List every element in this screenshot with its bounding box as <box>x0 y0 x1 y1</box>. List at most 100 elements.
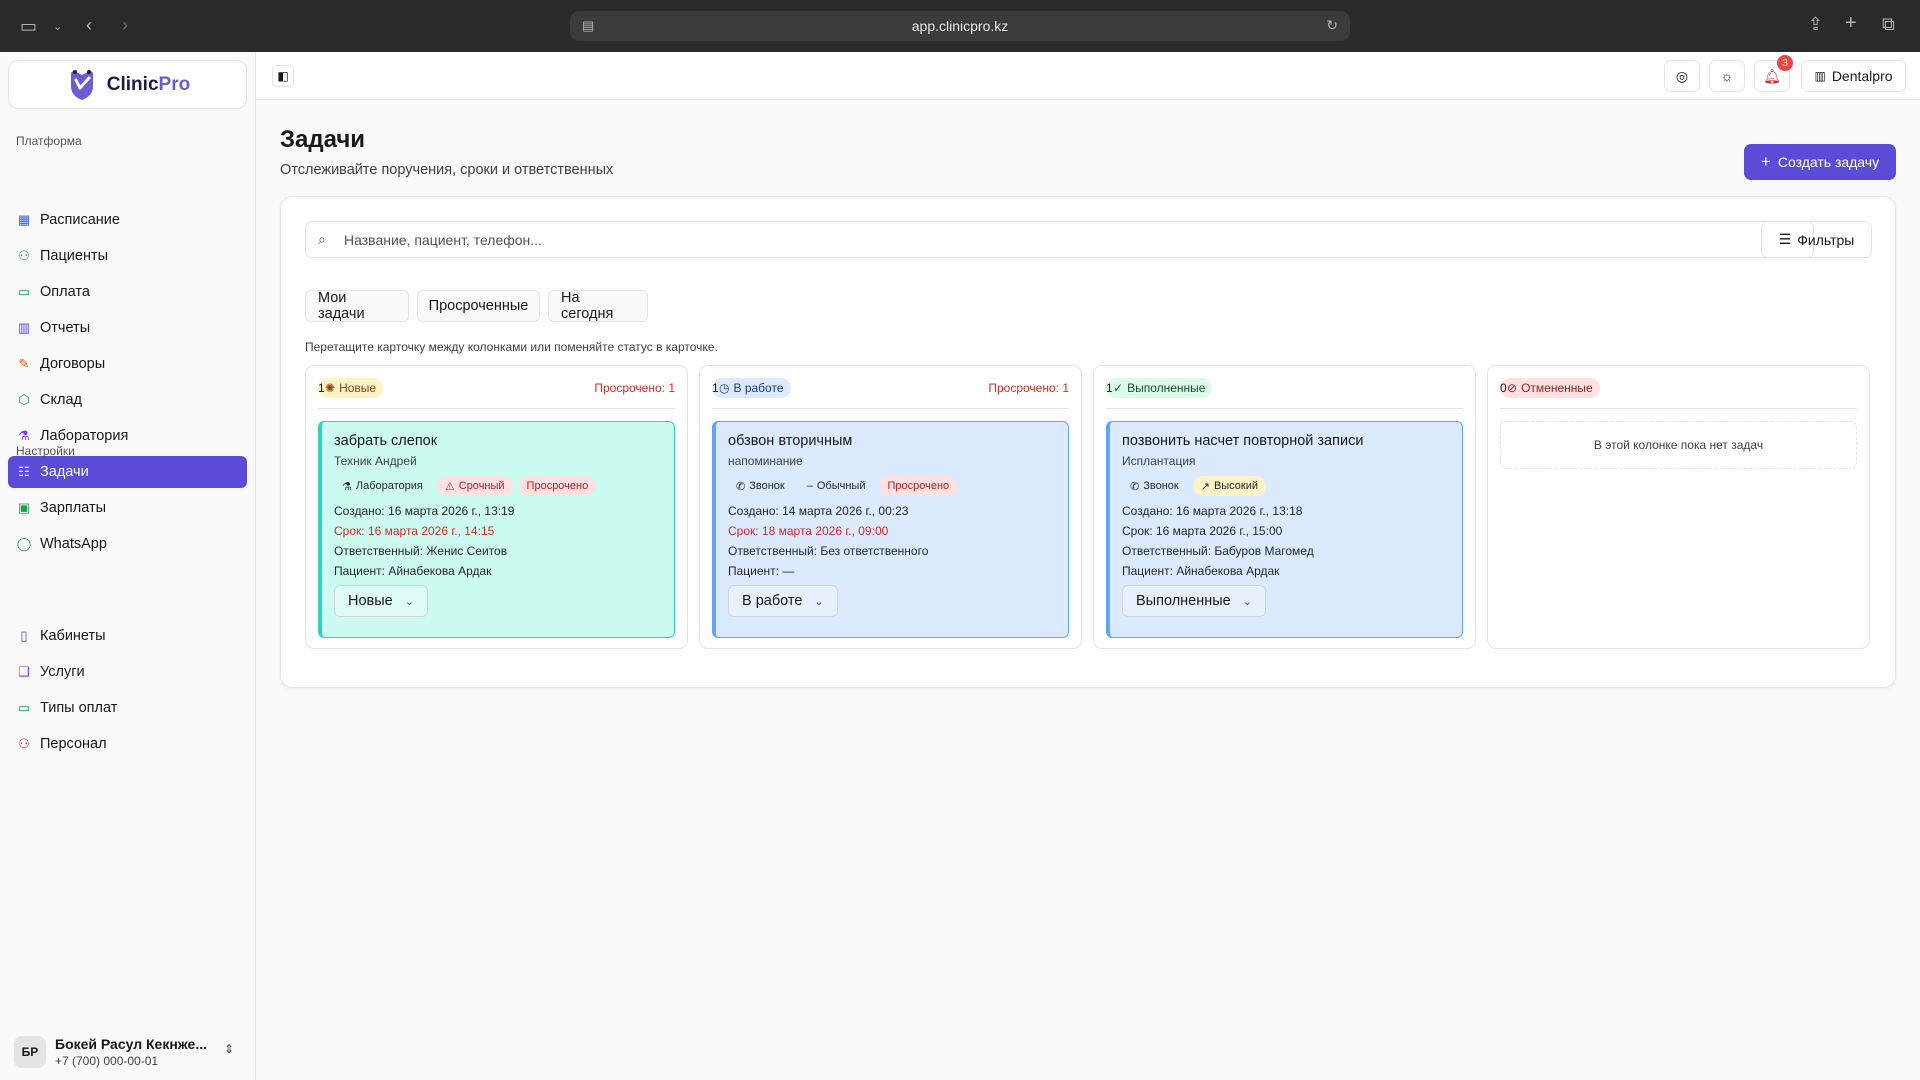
column-overdue-count: Просрочено: 1 <box>988 381 1069 395</box>
sidebar-item-3[interactable]: ▭ Оплата <box>8 276 247 308</box>
chip-my-tasks[interactable]: Мои задачи <box>305 290 409 322</box>
task-description: напоминание <box>728 454 803 468</box>
url-text: app.clinicpro.kz <box>911 18 1009 34</box>
clinic-switcher-button[interactable]: ▥ Dentalpro <box>1801 60 1906 92</box>
app-logo[interactable]: ClinicPro <box>8 60 247 109</box>
task-card[interactable]: обзвон вторичным напоминание ✆ Звонок – Обычн… <box>712 421 1069 638</box>
status-select[interactable]: Выполненные ⌄ <box>1122 585 1266 617</box>
status-badge: ✓ Выполненные <box>1106 378 1213 398</box>
share-icon[interactable]: ⇪ <box>1808 14 1823 34</box>
sidebar-item-label: Договоры <box>40 356 106 372</box>
wallet-icon: ▭ <box>17 700 31 715</box>
column-header: ◷ В работе 1 Просрочено: 1 <box>712 378 1069 409</box>
sidebar-item-6[interactable]: ⬡ Склад <box>8 384 247 416</box>
bar-chart-icon: ▥ <box>17 320 31 335</box>
flask-icon: ⚗ <box>18 428 30 443</box>
task-tag: ✆ Звонок <box>1122 476 1187 496</box>
empty-column-placeholder: В этой колонке пока нет задач <box>1500 421 1857 469</box>
task-title: забрать слепок <box>334 433 438 449</box>
globe-icon: ◎ <box>1675 67 1689 84</box>
tasks-icon: ☷ <box>18 464 30 479</box>
task-card[interactable]: забрать слепок Техник Андрей ⚗ Лаборатория ⚠… <box>318 421 675 638</box>
kanban-column[interactable]: ✓ Выполненные 1 позвонить насчет повторной … <box>1093 365 1476 649</box>
user-menu[interactable]: БР Бокей Расул Кекнже... +7 (700) 000-00… <box>14 1030 248 1074</box>
filters-button[interactable]: ☰ Фильтры <box>1761 221 1872 258</box>
document-edit-icon: ✎ <box>18 356 30 371</box>
status-icon: ✺ <box>325 381 336 395</box>
task-patient: Пациент: — <box>728 564 795 578</box>
whatsapp-icon: ◯ <box>16 536 32 551</box>
minus-icon: – <box>806 480 813 492</box>
kanban-column[interactable]: ◷ В работе 1 Просрочено: 1 обзвон вторичным н… <box>699 365 1082 649</box>
group-label-settings: Настройки <box>16 444 75 458</box>
column-header: ✓ Выполненные 1 <box>1106 378 1463 409</box>
new-tab-icon[interactable]: + <box>1845 13 1857 33</box>
tabs-overview-icon[interactable]: ⧉ <box>1882 14 1895 34</box>
forward-icon[interactable]: › <box>122 15 128 35</box>
theme-toggle-button[interactable]: ☼ <box>1709 60 1745 92</box>
task-tag: ✆ Звонок <box>728 476 793 496</box>
address-bar[interactable]: ▤ app.clinicpro.kz ↻ <box>570 11 1350 41</box>
collapse-sidebar-button[interactable]: ◧ <box>272 65 294 87</box>
task-tags: ✆ Звонок ↗ Высокий <box>1122 476 1450 496</box>
sidebar-item-9[interactable]: ▣ Зарплаты <box>8 492 247 524</box>
map-icon: ▯ <box>20 628 28 643</box>
sidebar-item-4[interactable]: ▥ Отчеты <box>8 312 247 344</box>
kanban-column[interactable]: ✺ Новые 1 Просрочено: 1 забрать слепок Техник… <box>305 365 688 649</box>
tooth-logo-icon <box>70 69 93 100</box>
sidebar-item-2[interactable]: ⚇ Пациенты <box>8 240 247 272</box>
sidebar-item-3[interactable]: ▭ Типы оплат <box>8 692 247 724</box>
reload-icon[interactable]: ↻ <box>1326 17 1338 34</box>
task-created: Создано: 16 марта 2026 г., 13:18 <box>1122 504 1303 518</box>
page-title: Задачи <box>280 126 366 153</box>
column-count: 1 <box>318 381 325 395</box>
sidebar-item-10[interactable]: ◯ WhatsApp <box>8 528 247 560</box>
language-button[interactable]: ◎ <box>1664 60 1700 92</box>
task-tag: Просрочено <box>518 476 597 496</box>
sidebar-item-2[interactable]: ❑ Услуги <box>8 656 247 688</box>
task-meta: Создано: 14 марта 2026 г., 00:23 Срок: 18… <box>728 501 1056 581</box>
trend-up-icon: ↗ <box>1200 480 1210 493</box>
task-title: позвонить насчет повторной записи <box>1122 433 1364 449</box>
task-description: Исплантация <box>1122 454 1196 468</box>
task-tags: ⚗ Лаборатория ⚠ Срочный Просрочено <box>334 476 662 496</box>
chip-overdue[interactable]: Просроченные <box>417 290 540 322</box>
chip-today[interactable]: На сегодня <box>548 290 648 322</box>
notifications-button[interactable]: 🔔︎ 3 <box>1754 55 1793 92</box>
user-phone: +7 (700) 000-00-01 <box>55 1054 159 1068</box>
search-input[interactable]: ⌕ Название, пациент, телефон... <box>305 221 1814 258</box>
sidebar-item-4[interactable]: ⚇ Персонал <box>8 728 247 760</box>
phone-icon: ✆ <box>1130 480 1140 493</box>
chevron-down-icon: ⌄ <box>1242 595 1252 608</box>
kanban-column[interactable]: ⊘ Отмененные 0 В этой колонке пока нет зада… <box>1487 365 1870 649</box>
task-created: Создано: 16 марта 2026 г., 13:19 <box>334 504 515 518</box>
task-due: Срок: 16 марта 2026 г., 15:00 <box>1122 524 1283 538</box>
sidebar: ClinicPro Платформа ▦ Расписание ⚇ Пациенты… <box>0 52 256 1080</box>
sidebar-item-label: Услуги <box>40 664 85 680</box>
chevron-up-down-icon: ⇕ <box>223 1042 234 1056</box>
sidebar-item-5[interactable]: ✎ Договоры <box>8 348 247 380</box>
status-select[interactable]: В работе ⌄ <box>728 585 838 617</box>
create-task-button[interactable]: + Создать задачу <box>1744 144 1896 180</box>
task-meta: Создано: 16 марта 2026 г., 13:19 Срок: 16… <box>334 501 662 581</box>
tasks-board-panel: ⌕ Название, пациент, телефон... ☰ Фильтр… <box>280 196 1896 688</box>
sidebar-toggle-icon[interactable]: ▭ <box>20 16 37 36</box>
sidebar-item-1[interactable]: ▦ Расписание <box>8 204 247 236</box>
sidebar-item-label: Задачи <box>40 464 89 480</box>
status-select[interactable]: Новые ⌄ <box>334 585 428 617</box>
task-assignee: Ответственный: Бабуров Магомед <box>1122 544 1314 558</box>
sidebar-item-8[interactable]: ☷ Задачи <box>8 456 247 488</box>
drag-hint: Перетащите карточку между колонками или … <box>305 340 718 354</box>
back-icon[interactable]: ‹ <box>86 15 92 35</box>
task-card[interactable]: позвонить насчет повторной записи Исплант… <box>1106 421 1463 638</box>
sidebar-item-label: Склад <box>40 392 82 408</box>
sidebar-item-1[interactable]: ▯ Кабинеты <box>8 620 247 652</box>
top-bar: ◧ ◎ ☼ 🔔︎ 3 ▥ Dentalpro <box>256 52 1920 100</box>
chevron-down-icon[interactable]: ⌄ <box>53 17 62 37</box>
sidebar-item-label: Персонал <box>40 736 107 752</box>
site-settings-icon[interactable]: ▤ <box>582 18 594 34</box>
search-placeholder: Название, пациент, телефон... <box>344 231 542 248</box>
column-count: 1 <box>1106 381 1113 395</box>
money-icon: ▣ <box>17 500 31 515</box>
task-assignee: Ответственный: Без ответственного <box>728 544 929 558</box>
